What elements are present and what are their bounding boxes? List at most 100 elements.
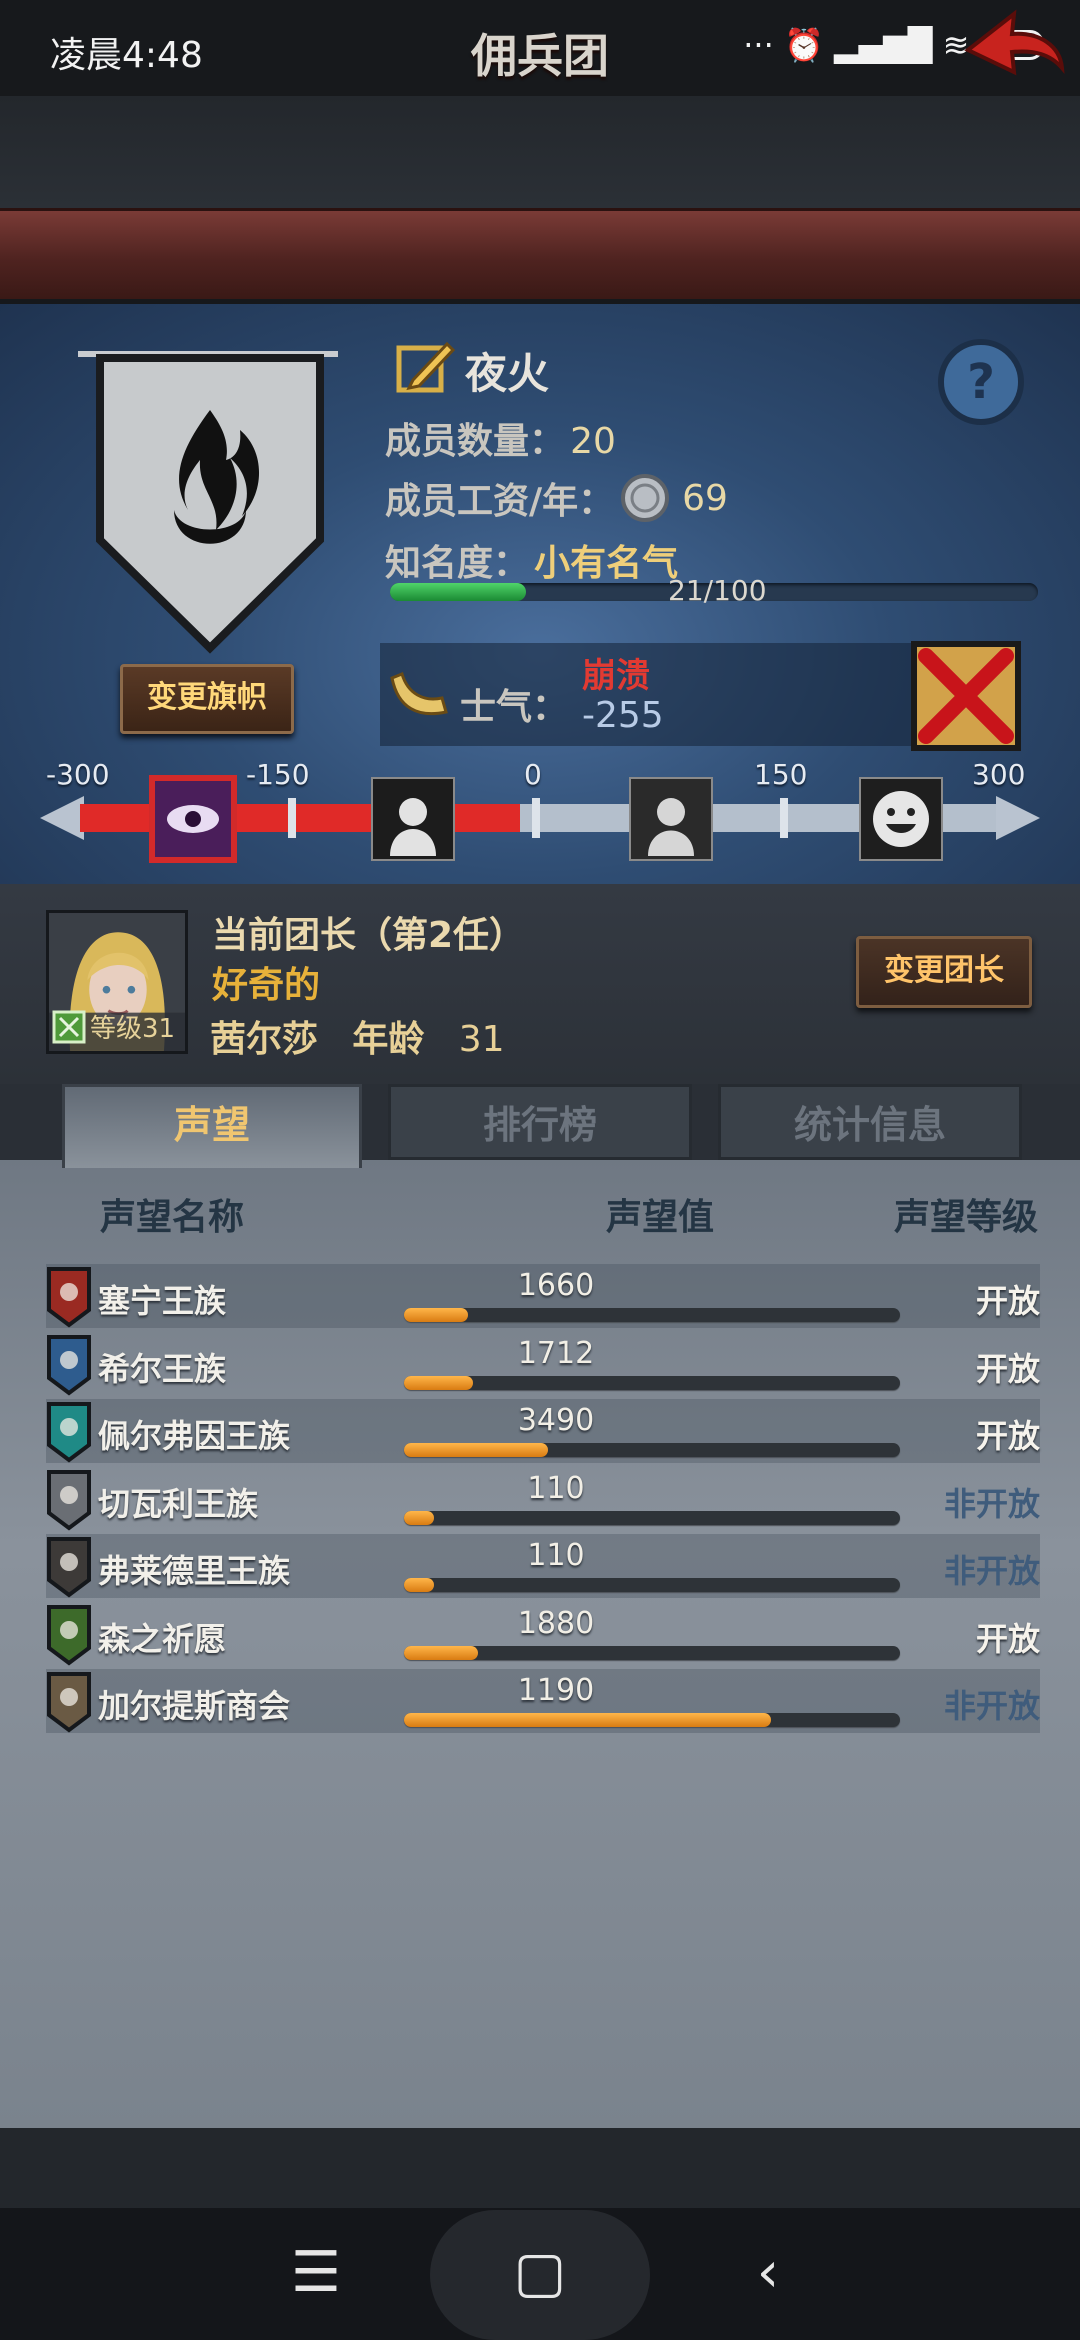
fame-progress-text: 21/100 xyxy=(668,574,767,607)
morale-disabled-icon[interactable] xyxy=(910,640,1022,752)
reputation-row[interactable]: 弗莱德里王族 110 非开放 xyxy=(46,1534,1040,1598)
reputation-bar xyxy=(404,1713,900,1727)
faction-name: 希尔王族 xyxy=(98,1350,227,1388)
tab-reputation[interactable]: 声望 xyxy=(62,1084,362,1168)
reputation-row[interactable]: 切瓦利王族 110 非开放 xyxy=(46,1467,1040,1531)
scale-tick-label: 150 xyxy=(754,758,808,791)
faction-name: 佩尔弗因王族 xyxy=(98,1417,291,1455)
back-icon[interactable]: ‹ xyxy=(728,2240,808,2305)
reputation-level: 非开放 xyxy=(943,1552,1040,1590)
scale-tick-label: -150 xyxy=(246,758,310,791)
reputation-level: 开放 xyxy=(975,1350,1040,1388)
leader-trait: 好奇的 xyxy=(212,965,321,1006)
reputation-value: 110 xyxy=(527,1471,585,1506)
reputation-bar xyxy=(404,1511,900,1525)
faction-crest-icon xyxy=(47,1402,91,1463)
morale-icon-calm xyxy=(629,777,713,861)
leader-level-badge: 等级31 xyxy=(52,1008,175,1045)
faction-name: 弗莱德里王族 xyxy=(98,1552,291,1590)
reputation-row[interactable]: 希尔王族 1712 开放 xyxy=(46,1332,1040,1396)
menu-icon[interactable]: ☰ xyxy=(276,2240,356,2305)
bottom-band xyxy=(0,2128,1080,2208)
morale-status: 崩溃 xyxy=(582,656,650,696)
morale-label: 士气： xyxy=(460,687,569,728)
svg-text:?: ? xyxy=(967,354,995,410)
reputation-level: 开放 xyxy=(975,1282,1040,1320)
scale-tick-label: 300 xyxy=(972,758,1026,791)
reputation-bar-fill xyxy=(404,1646,479,1660)
reputation-bar xyxy=(404,1376,900,1390)
reputation-bar-fill xyxy=(404,1713,772,1727)
tab-statistics[interactable]: 统计信息 xyxy=(718,1084,1022,1160)
back-arrow-icon[interactable] xyxy=(962,6,1066,90)
leader-age: 31 xyxy=(458,1019,505,1060)
reputation-value: 1712 xyxy=(517,1336,595,1371)
morale-value: -255 xyxy=(582,695,664,736)
fame-label: 知名度： xyxy=(385,543,530,584)
scale-tick-label: -300 xyxy=(46,758,110,791)
reputation-level: 非开放 xyxy=(943,1485,1040,1523)
faction-name: 切瓦利王族 xyxy=(98,1485,259,1523)
members-value: 20 xyxy=(570,421,616,462)
reputation-bar-fill xyxy=(404,1511,434,1525)
reputation-value: 1880 xyxy=(517,1606,595,1641)
scale-tick-label: 0 xyxy=(524,758,542,791)
faction-crest-icon xyxy=(47,1470,91,1531)
guild-name: 夜火 xyxy=(465,349,550,398)
page-title: 佣兵团 xyxy=(471,29,609,83)
change-leader-button[interactable]: 变更团长 xyxy=(856,936,1032,1008)
reputation-level: 开放 xyxy=(975,1620,1040,1658)
faction-crest-icon xyxy=(47,1335,91,1396)
title-bar xyxy=(0,208,1080,304)
column-header-level: 声望等级 xyxy=(893,1197,1038,1238)
reputation-bar-fill xyxy=(404,1308,469,1322)
morale-icon-eye xyxy=(149,775,237,863)
reputation-row[interactable]: 加尔提斯商会 1190 非开放 xyxy=(46,1669,1040,1733)
edit-name-icon[interactable] xyxy=(395,336,455,396)
column-header-value: 声望值 xyxy=(606,1197,715,1238)
faction-crest-icon xyxy=(47,1605,91,1666)
wage-label: 成员工资/年： xyxy=(385,481,615,522)
reputation-row[interactable]: 佩尔弗因王族 3490 开放 xyxy=(46,1399,1040,1463)
faction-name: 森之祈愿 xyxy=(98,1620,227,1658)
faction-crest-icon xyxy=(47,1537,91,1598)
reputation-level: 非开放 xyxy=(943,1687,1040,1725)
faction-crest-icon xyxy=(47,1267,91,1328)
faction-name: 加尔提斯商会 xyxy=(98,1687,291,1725)
class-icon xyxy=(52,1010,86,1043)
leader-name-row: 茜尔莎 年龄 31 xyxy=(210,1010,505,1062)
reputation-value: 3490 xyxy=(517,1403,595,1438)
members-label: 成员数量： xyxy=(385,421,566,462)
reputation-value: 1190 xyxy=(517,1673,595,1708)
top-band xyxy=(0,96,1080,208)
morale-icon-despair xyxy=(371,777,455,861)
faction-crest-icon xyxy=(47,1672,91,1733)
reputation-bar xyxy=(404,1578,900,1592)
wage-row: 成员工资/年： 69 xyxy=(385,472,728,524)
reputation-bar-fill xyxy=(404,1578,434,1592)
fame-row: 知名度： 小有名气 xyxy=(385,534,678,586)
reputation-level: 开放 xyxy=(975,1417,1040,1455)
leader-name: 茜尔莎 xyxy=(210,1019,319,1060)
reputation-value: 1660 xyxy=(517,1268,595,1303)
leader-age-label: 年龄 xyxy=(352,1019,425,1060)
members-row: 成员数量： 20 xyxy=(385,412,616,464)
guild-banner-icon xyxy=(78,351,338,654)
home-icon[interactable]: ▢ xyxy=(500,2240,580,2305)
reputation-value: 110 xyxy=(527,1538,585,1573)
reputation-bar-fill xyxy=(404,1443,548,1457)
tab-ranking[interactable]: 排行榜 xyxy=(388,1084,692,1160)
help-icon[interactable]: ? xyxy=(935,336,1027,428)
reputation-bar xyxy=(404,1646,900,1660)
morale-icon-happy xyxy=(859,777,943,861)
reputation-bar xyxy=(404,1443,900,1457)
reputation-row[interactable]: 森之祈愿 1880 开放 xyxy=(46,1602,1040,1666)
change-flag-button[interactable]: 变更旗帜 xyxy=(120,664,294,734)
fame-value: 小有名气 xyxy=(534,543,679,584)
wage-value: 69 xyxy=(682,477,728,519)
reputation-bar xyxy=(404,1308,900,1322)
silver-coin-icon xyxy=(621,474,670,522)
reputation-bar-fill xyxy=(404,1376,474,1390)
reputation-row[interactable]: 塞宁王族 1660 开放 xyxy=(46,1264,1040,1328)
fame-progress-fill xyxy=(390,583,527,601)
